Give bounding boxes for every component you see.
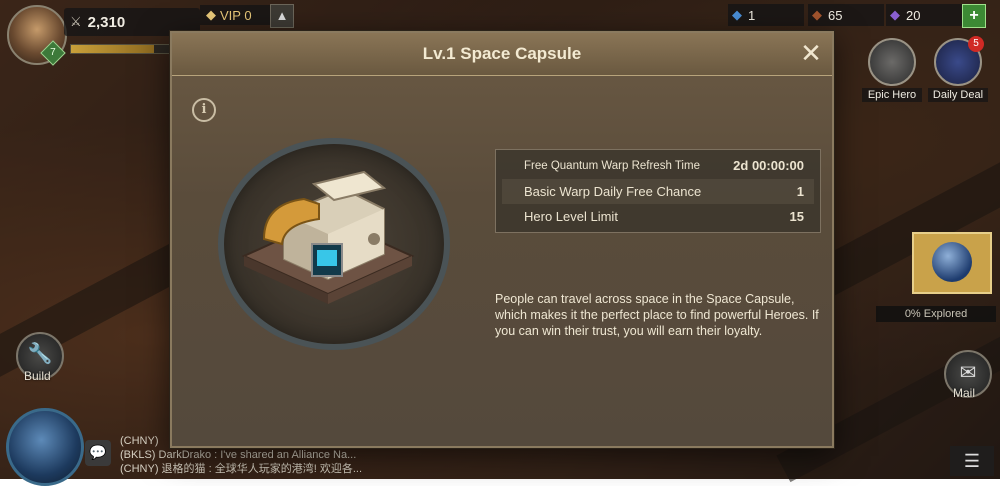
envelope-icon: ✉: [959, 362, 977, 384]
resource-gem[interactable]: ◆ 20: [886, 4, 962, 26]
xp-bar: [70, 44, 182, 54]
mail-label: Mail: [953, 386, 976, 400]
chat-line: (CHNY) 退格的猫 : 全球华人玩家的港湾! 欢迎各...: [120, 463, 362, 475]
resource-crystal-value: 1: [748, 7, 756, 23]
resource-gem-value: 20: [906, 7, 921, 23]
stat-label: Free Quantum Warp Refresh Time: [524, 159, 700, 172]
wrench-icon: 🔧: [27, 343, 53, 365]
add-resource-button[interactable]: +: [962, 4, 986, 28]
epic-hero-button[interactable]: Epic Hero: [862, 38, 922, 102]
chat-icon[interactable]: 💬: [85, 440, 111, 466]
world-map-button[interactable]: [6, 408, 84, 486]
space-capsule-building-image: [241, 170, 415, 304]
building-image-frame: [218, 138, 450, 350]
epic-hero-icon: [868, 38, 916, 86]
xp-fill: [71, 45, 154, 53]
resource-crystal[interactable]: ◆ 1: [728, 4, 804, 26]
vip-diamond-icon: ◆: [206, 7, 216, 22]
vip-upgrade-button[interactable]: ▲: [270, 4, 294, 28]
build-label: Build: [24, 369, 51, 383]
daily-deal-label: Daily Deal: [928, 88, 988, 102]
daily-deal-badge: 5: [968, 36, 984, 52]
menu-icon[interactable]: ☰: [950, 446, 994, 476]
close-button[interactable]: ✕: [798, 40, 824, 67]
gem-icon: ◆: [890, 7, 900, 22]
power-value: 2,310: [87, 13, 126, 31]
modal-header: Lv.1 Space Capsule ✕: [172, 33, 832, 76]
stat-label: Basic Warp Daily Free Chance: [524, 184, 702, 199]
stat-value: 1: [796, 184, 804, 199]
power-icon: ⚔: [70, 14, 82, 29]
building-info-modal: Lv.1 Space Capsule ✕ i Free Quantum Warp…: [170, 31, 834, 448]
stat-value: 15: [789, 209, 804, 224]
ore-icon: ◆: [812, 7, 822, 22]
stat-value: 2d 00:00:00: [733, 158, 804, 173]
stat-label: Hero Level Limit: [524, 209, 618, 224]
explored-progress: 0% Explored: [876, 306, 996, 322]
stats-table: Free Quantum Warp Refresh Time 2d 00:00:…: [495, 149, 821, 233]
vip-button[interactable]: ◆ VIP 0: [200, 5, 270, 25]
crystal-icon: ◆: [732, 7, 742, 22]
resource-ore[interactable]: ◆ 65: [808, 4, 884, 26]
vip-label: VIP 0: [220, 7, 252, 23]
chat-line: (BKLS) DarkDrako : I've shared an Allian…: [120, 449, 357, 461]
building-description: People can travel across space in the Sp…: [495, 292, 819, 338]
info-icon[interactable]: i: [192, 98, 216, 122]
modal-title: Lv.1 Space Capsule: [422, 44, 582, 63]
stat-row: Hero Level Limit 15: [502, 204, 814, 229]
stat-row: Free Quantum Warp Refresh Time 2d 00:00:…: [502, 153, 814, 178]
globe-icon: [932, 242, 972, 282]
epic-hero-label: Epic Hero: [862, 88, 922, 102]
stat-row: Basic Warp Daily Free Chance 1: [502, 179, 814, 204]
explore-globe-button[interactable]: [912, 232, 992, 294]
daily-deal-button[interactable]: 5 Daily Deal: [928, 36, 988, 102]
resource-ore-value: 65: [828, 7, 843, 23]
